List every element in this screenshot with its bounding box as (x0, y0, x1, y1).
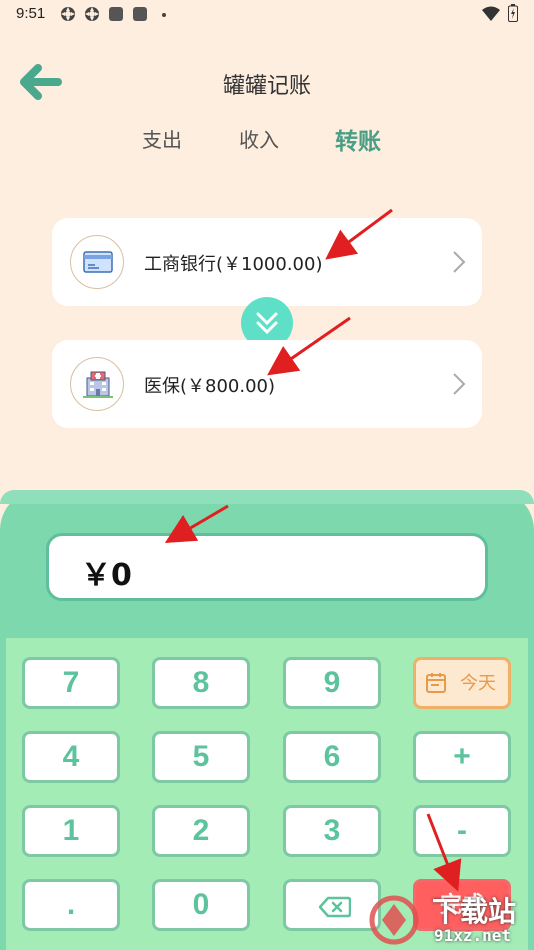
backspace-icon (319, 896, 351, 918)
calculator-panel-rim (0, 490, 534, 504)
key-plus[interactable]: + (413, 731, 511, 783)
app-square-icon (109, 7, 123, 21)
key-7[interactable]: 7 (22, 657, 120, 709)
key-8[interactable]: 8 (152, 657, 250, 709)
transaction-type-tabs: 支出 收入 转账 (0, 122, 534, 156)
chevron-right-icon (453, 251, 466, 273)
app-notification-icon (85, 7, 99, 21)
key-0[interactable]: 0 (152, 879, 250, 931)
status-time: 9:51 (16, 5, 46, 22)
watermark-title: 下载站 (432, 895, 517, 928)
tab-transfer[interactable]: 转账 (335, 122, 381, 156)
watermark-url: 91xz.net (434, 926, 512, 945)
calendar-icon (426, 673, 446, 693)
key-2[interactable]: 2 (152, 805, 250, 857)
wifi-icon (482, 6, 500, 21)
backspace-button[interactable] (283, 879, 381, 931)
tab-expense[interactable]: 支出 (142, 124, 182, 153)
key-1[interactable]: 1 (22, 805, 120, 857)
tab-income[interactable]: 收入 (239, 124, 279, 153)
from-account-card[interactable]: 工商银行(￥1000.00) (52, 218, 482, 306)
key-3[interactable]: 3 (283, 805, 381, 857)
battery-icon (508, 4, 518, 22)
key-5[interactable]: 5 (152, 731, 250, 783)
key-6[interactable]: 6 (283, 731, 381, 783)
key-4[interactable]: 4 (22, 731, 120, 783)
app-square-icon (133, 7, 147, 21)
hospital-icon (70, 357, 124, 411)
bank-card-icon (70, 235, 124, 289)
site-watermark: 下载站 91xz.net (368, 884, 534, 950)
amount-display: ￥0 (46, 533, 488, 601)
to-account-label: 医保(￥800.00) (144, 376, 276, 397)
amount-value: ￥0 (81, 558, 132, 593)
page-title: 罐罐记账 (222, 74, 311, 99)
from-account-label: 工商银行(￥1000.00) (144, 254, 323, 275)
chevron-right-icon (453, 373, 466, 395)
status-bar: 9:51 (0, 0, 534, 30)
key-decimal[interactable]: . (22, 879, 120, 931)
key-minus[interactable]: - (413, 805, 511, 857)
more-notifications-dot (162, 13, 166, 17)
app-notification-icon (61, 7, 75, 21)
date-today-label: 今天 (460, 673, 496, 693)
to-account-card[interactable]: 医保(￥800.00) (52, 340, 482, 428)
date-today-button[interactable]: 今天 (413, 657, 511, 709)
key-9[interactable]: 9 (283, 657, 381, 709)
